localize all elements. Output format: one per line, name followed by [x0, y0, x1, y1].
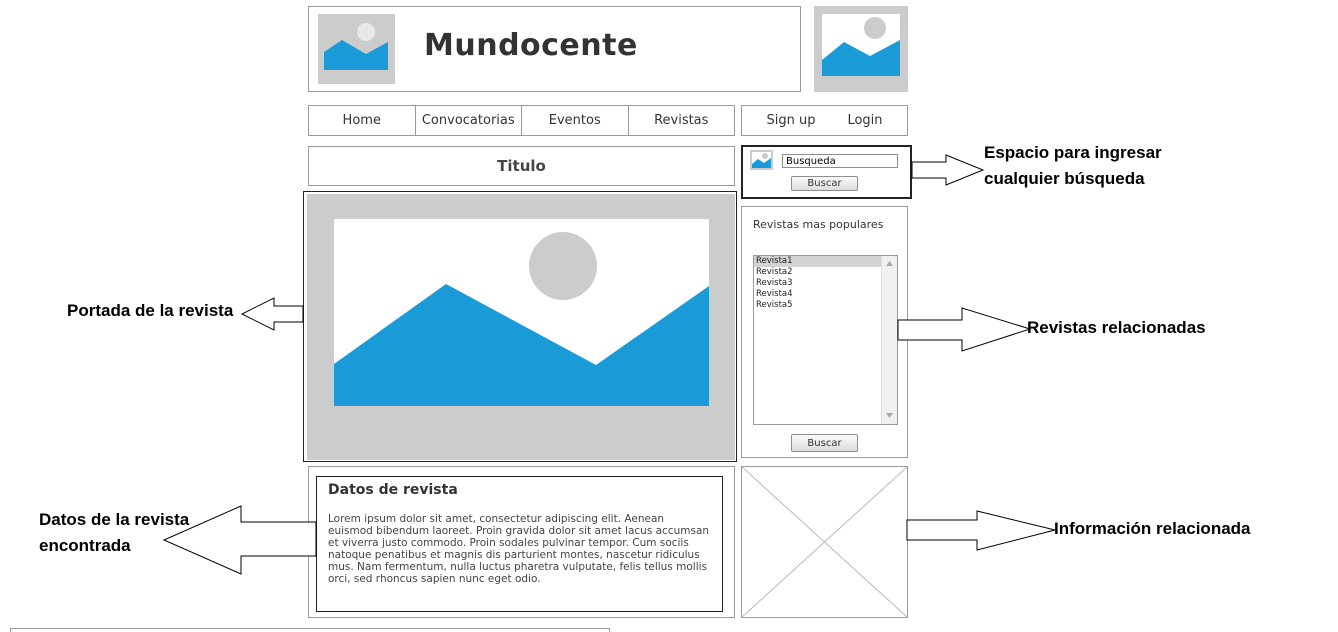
- signup-link[interactable]: Sign up: [766, 113, 815, 128]
- image-placeholder-icon: [814, 6, 908, 92]
- bottom-divider: [10, 628, 610, 632]
- header-image-placeholder: [814, 6, 908, 92]
- image-placeholder-icon: [318, 14, 395, 84]
- popular-listbox[interactable]: Revista1 Revista2 Revista3 Revista4 Revi…: [753, 255, 898, 425]
- note-data-line2: encontrada: [39, 536, 131, 555]
- search-input[interactable]: [782, 154, 898, 168]
- placeholder-cross-icon: [742, 467, 907, 617]
- image-placeholder-icon: [750, 150, 773, 170]
- auth-bar: Sign up Login: [741, 105, 908, 136]
- logo-image-placeholder: [318, 14, 395, 84]
- nav-eventos[interactable]: Eventos: [522, 106, 629, 135]
- note-related-info: Información relacionada: [1054, 519, 1251, 538]
- arrow-right-icon: [911, 154, 985, 186]
- related-info-placeholder: [741, 466, 908, 618]
- popular-search-button[interactable]: Buscar: [791, 434, 858, 452]
- note-search-line2: cualquier búsqueda: [984, 169, 1145, 188]
- arrow-right-icon: [897, 307, 1032, 352]
- scroll-arrows-icon: [886, 261, 893, 418]
- popular-list: Revista1 Revista2 Revista3 Revista4 Revi…: [754, 256, 882, 311]
- note-search-line1: Espacio para ingresar: [984, 143, 1162, 162]
- arrow-right-icon: [906, 510, 1056, 551]
- list-item[interactable]: Revista3: [754, 278, 882, 289]
- list-item[interactable]: Revista5: [754, 300, 882, 311]
- nav-home[interactable]: Home: [309, 106, 416, 135]
- popular-heading: Revistas mas populares: [753, 218, 884, 231]
- cover-image: [307, 194, 735, 460]
- site-title: Mundocente: [424, 28, 638, 63]
- search-image-placeholder: [750, 150, 773, 170]
- nav-revistas[interactable]: Revistas: [629, 106, 735, 135]
- note-data-line1: Datos de la revista: [39, 510, 190, 529]
- image-placeholder-icon: [307, 194, 735, 460]
- list-item[interactable]: Revista2: [754, 267, 882, 278]
- arrow-left-icon: [240, 297, 304, 331]
- details-heading: Datos de revista: [328, 482, 458, 498]
- details-body: Lorem ipsum dolor sit amet, consectetur …: [328, 513, 710, 585]
- main-nav: Home Convocatorias Eventos Revistas: [308, 105, 735, 136]
- note-cover: Portada de la revista: [67, 301, 234, 320]
- search-button[interactable]: Buscar: [791, 176, 858, 191]
- login-link[interactable]: Login: [847, 113, 882, 128]
- list-item[interactable]: Revista1: [754, 256, 882, 267]
- note-data: Datos de la revista encontrada: [39, 507, 189, 559]
- list-scrollbar[interactable]: [881, 256, 897, 424]
- page-title: Titulo: [308, 146, 735, 186]
- note-search: Espacio para ingresar cualquier búsqueda: [984, 140, 1162, 192]
- list-item[interactable]: Revista4: [754, 289, 882, 300]
- nav-convocatorias[interactable]: Convocatorias: [416, 106, 522, 135]
- note-related-journals: Revistas relacionadas: [1027, 318, 1206, 337]
